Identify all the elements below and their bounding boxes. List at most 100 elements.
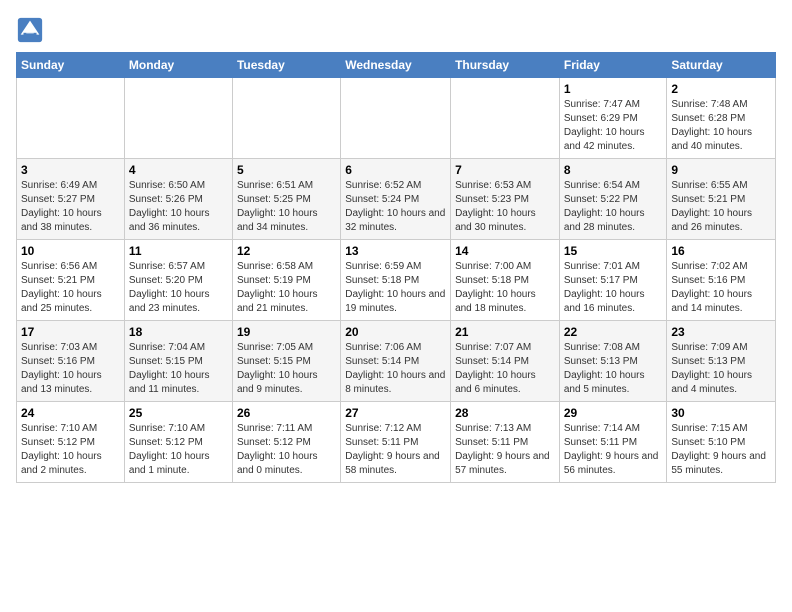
calendar-cell: 7 Sunrise: 6:53 AMSunset: 5:23 PMDaylight…	[451, 159, 560, 240]
calendar-cell: 16 Sunrise: 7:02 AMSunset: 5:16 PMDayligh…	[667, 240, 776, 321]
day-info: Sunrise: 6:55 AMSunset: 5:21 PMDaylight:…	[671, 179, 771, 235]
weekday-header-sunday: Sunday	[17, 53, 125, 78]
day-info: Sunrise: 7:12 AMSunset: 5:11 PMDaylight:…	[345, 422, 446, 478]
calendar-week-row: 10 Sunrise: 6:56 AMSunset: 5:21 PMDayligh…	[17, 240, 776, 321]
day-number: 10	[21, 244, 120, 258]
calendar-cell: 25 Sunrise: 7:10 AMSunset: 5:12 PMDayligh…	[124, 402, 232, 483]
day-number: 25	[129, 406, 228, 420]
day-info: Sunrise: 7:14 AMSunset: 5:11 PMDaylight:…	[564, 422, 663, 478]
day-number: 26	[237, 406, 336, 420]
calendar-cell: 19 Sunrise: 7:05 AMSunset: 5:15 PMDayligh…	[232, 321, 340, 402]
calendar-header-row: SundayMondayTuesdayWednesdayThursdayFrid…	[17, 53, 776, 78]
calendar-cell: 2 Sunrise: 7:48 AMSunset: 6:28 PMDaylight…	[667, 78, 776, 159]
day-info: Sunrise: 7:15 AMSunset: 5:10 PMDaylight:…	[671, 422, 771, 478]
day-number: 23	[671, 325, 771, 339]
day-info: Sunrise: 7:11 AMSunset: 5:12 PMDaylight:…	[237, 422, 336, 478]
day-info: Sunrise: 7:09 AMSunset: 5:13 PMDaylight:…	[671, 341, 771, 397]
day-info: Sunrise: 7:01 AMSunset: 5:17 PMDaylight:…	[564, 260, 663, 316]
calendar-week-row: 1Sunrise: 7:47 AMSunset: 6:29 PMDaylight…	[17, 78, 776, 159]
calendar-cell: 22 Sunrise: 7:08 AMSunset: 5:13 PMDayligh…	[559, 321, 667, 402]
day-number: 2	[671, 82, 771, 96]
calendar-cell: 8 Sunrise: 6:54 AMSunset: 5:22 PMDaylight…	[559, 159, 667, 240]
calendar-cell: 6Sunrise: 6:52 AMSunset: 5:24 PMDaylight…	[341, 159, 451, 240]
calendar-cell: 15 Sunrise: 7:01 AMSunset: 5:17 PMDayligh…	[559, 240, 667, 321]
calendar-cell	[341, 78, 451, 159]
day-info: Sunrise: 6:59 AMSunset: 5:18 PMDaylight:…	[345, 260, 446, 316]
day-number: 30	[671, 406, 771, 420]
day-info: Sunrise: 7:08 AMSunset: 5:13 PMDaylight:…	[564, 341, 663, 397]
day-number: 11	[129, 244, 228, 258]
day-number: 29	[564, 406, 663, 420]
calendar-cell	[124, 78, 232, 159]
day-info: Sunrise: 6:56 AMSunset: 5:21 PMDaylight:…	[21, 260, 120, 316]
day-info: Sunrise: 7:06 AMSunset: 5:14 PMDaylight:…	[345, 341, 446, 397]
calendar-cell: 18 Sunrise: 7:04 AMSunset: 5:15 PMDayligh…	[124, 321, 232, 402]
logo	[16, 16, 48, 44]
day-info: Sunrise: 6:52 AMSunset: 5:24 PMDaylight:…	[345, 179, 446, 235]
calendar-cell: 26 Sunrise: 7:11 AMSunset: 5:12 PMDayligh…	[232, 402, 340, 483]
day-info: Sunrise: 7:03 AMSunset: 5:16 PMDaylight:…	[21, 341, 120, 397]
calendar-cell: 24 Sunrise: 7:10 AMSunset: 5:12 PMDayligh…	[17, 402, 125, 483]
day-number: 7	[455, 163, 555, 177]
day-number: 19	[237, 325, 336, 339]
calendar-cell: 5 Sunrise: 6:51 AMSunset: 5:25 PMDaylight…	[232, 159, 340, 240]
day-number: 27	[345, 406, 446, 420]
day-info: Sunrise: 7:10 AMSunset: 5:12 PMDaylight:…	[21, 422, 120, 478]
day-number: 5	[237, 163, 336, 177]
calendar-cell	[232, 78, 340, 159]
day-info: Sunrise: 7:10 AMSunset: 5:12 PMDaylight:…	[129, 422, 228, 478]
weekday-header-tuesday: Tuesday	[232, 53, 340, 78]
day-number: 16	[671, 244, 771, 258]
day-number: 3	[21, 163, 120, 177]
day-number: 24	[21, 406, 120, 420]
day-number: 1	[564, 82, 663, 96]
day-info: Sunrise: 7:04 AMSunset: 5:15 PMDaylight:…	[129, 341, 228, 397]
day-number: 18	[129, 325, 228, 339]
weekday-header-friday: Friday	[559, 53, 667, 78]
calendar-cell: 29 Sunrise: 7:14 AMSunset: 5:11 PMDayligh…	[559, 402, 667, 483]
day-number: 14	[455, 244, 555, 258]
calendar-cell: 27 Sunrise: 7:12 AMSunset: 5:11 PMDayligh…	[341, 402, 451, 483]
weekday-header-wednesday: Wednesday	[341, 53, 451, 78]
day-number: 17	[21, 325, 120, 339]
logo-icon	[16, 16, 44, 44]
day-info: Sunrise: 7:48 AMSunset: 6:28 PMDaylight:…	[671, 98, 771, 154]
day-info: Sunrise: 6:51 AMSunset: 5:25 PMDaylight:…	[237, 179, 336, 235]
day-info: Sunrise: 6:57 AMSunset: 5:20 PMDaylight:…	[129, 260, 228, 316]
calendar-cell: 13Sunrise: 6:59 AMSunset: 5:18 PMDayligh…	[341, 240, 451, 321]
day-info: Sunrise: 6:53 AMSunset: 5:23 PMDaylight:…	[455, 179, 555, 235]
calendar-cell: 4 Sunrise: 6:50 AMSunset: 5:26 PMDaylight…	[124, 159, 232, 240]
calendar-cell: 30 Sunrise: 7:15 AMSunset: 5:10 PMDayligh…	[667, 402, 776, 483]
calendar-week-row: 17 Sunrise: 7:03 AMSunset: 5:16 PMDayligh…	[17, 321, 776, 402]
calendar-cell: 23 Sunrise: 7:09 AMSunset: 5:13 PMDayligh…	[667, 321, 776, 402]
calendar-cell: 28Sunrise: 7:13 AMSunset: 5:11 PMDayligh…	[451, 402, 560, 483]
calendar-cell: 14Sunrise: 7:00 AMSunset: 5:18 PMDayligh…	[451, 240, 560, 321]
day-number: 15	[564, 244, 663, 258]
day-info: Sunrise: 6:58 AMSunset: 5:19 PMDaylight:…	[237, 260, 336, 316]
calendar-table: SundayMondayTuesdayWednesdayThursdayFrid…	[16, 52, 776, 483]
calendar-cell: 11 Sunrise: 6:57 AMSunset: 5:20 PMDayligh…	[124, 240, 232, 321]
day-number: 8	[564, 163, 663, 177]
day-info: Sunrise: 7:05 AMSunset: 5:15 PMDaylight:…	[237, 341, 336, 397]
calendar-week-row: 24 Sunrise: 7:10 AMSunset: 5:12 PMDayligh…	[17, 402, 776, 483]
calendar-cell: 1Sunrise: 7:47 AMSunset: 6:29 PMDaylight…	[559, 78, 667, 159]
day-number: 12	[237, 244, 336, 258]
calendar-cell: 3 Sunrise: 6:49 AMSunset: 5:27 PMDaylight…	[17, 159, 125, 240]
calendar-cell: 9 Sunrise: 6:55 AMSunset: 5:21 PMDaylight…	[667, 159, 776, 240]
day-info: Sunrise: 7:13 AMSunset: 5:11 PMDaylight:…	[455, 422, 555, 478]
page-header	[16, 16, 776, 44]
day-number: 4	[129, 163, 228, 177]
day-number: 22	[564, 325, 663, 339]
calendar-cell: 20 Sunrise: 7:06 AMSunset: 5:14 PMDayligh…	[341, 321, 451, 402]
day-info: Sunrise: 6:49 AMSunset: 5:27 PMDaylight:…	[21, 179, 120, 235]
calendar-week-row: 3 Sunrise: 6:49 AMSunset: 5:27 PMDaylight…	[17, 159, 776, 240]
day-info: Sunrise: 6:54 AMSunset: 5:22 PMDaylight:…	[564, 179, 663, 235]
day-number: 9	[671, 163, 771, 177]
calendar-cell	[451, 78, 560, 159]
day-info: Sunrise: 7:02 AMSunset: 5:16 PMDaylight:…	[671, 260, 771, 316]
day-number: 20	[345, 325, 446, 339]
calendar-cell: 17 Sunrise: 7:03 AMSunset: 5:16 PMDayligh…	[17, 321, 125, 402]
day-info: Sunrise: 7:07 AMSunset: 5:14 PMDaylight:…	[455, 341, 555, 397]
calendar-cell: 12 Sunrise: 6:58 AMSunset: 5:19 PMDayligh…	[232, 240, 340, 321]
day-info: Sunrise: 6:50 AMSunset: 5:26 PMDaylight:…	[129, 179, 228, 235]
